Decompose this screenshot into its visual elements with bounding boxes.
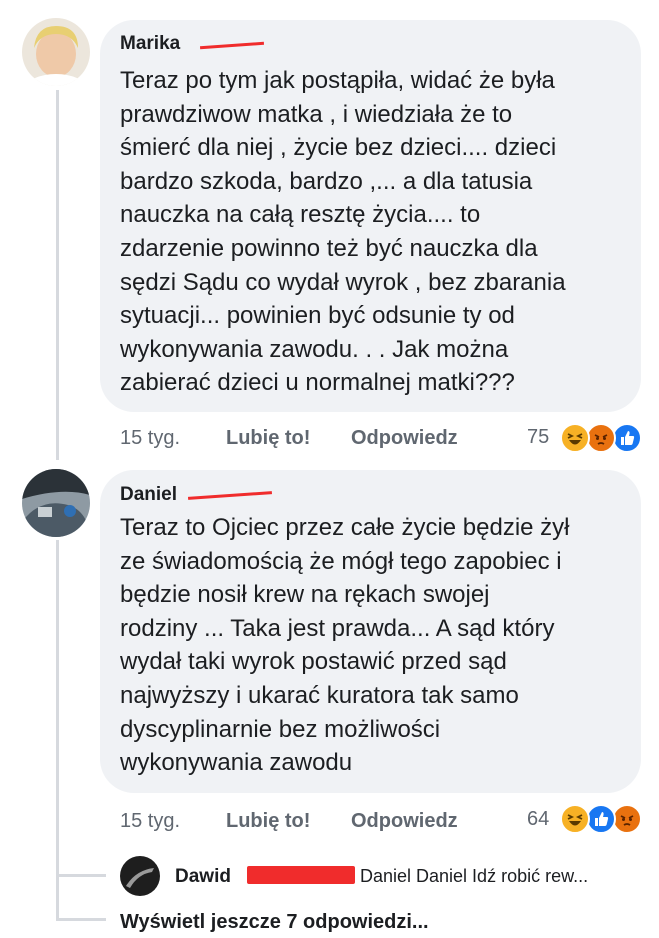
- angry-icon: [586, 423, 616, 453]
- like-button[interactable]: Lubię to!: [226, 810, 310, 833]
- comment-body-line: ze świadomością że mógł tego zapobiec i: [120, 547, 562, 575]
- haha-icon: [560, 804, 590, 834]
- angry-icon: [612, 804, 642, 834]
- like-icon: [612, 423, 642, 453]
- comment-body-line: rodziny ... Taka jest prawda... A sąd kt…: [120, 614, 555, 642]
- view-more-replies-link[interactable]: Wyświetl jeszcze 7 odpowiedzi...: [120, 911, 429, 934]
- redaction-block: [247, 866, 355, 884]
- comment-body-line: najwyższy i ukarać kuratora tak samo: [120, 681, 519, 709]
- comment-body-line: wykonywania zawodu. . . Jak można: [120, 335, 509, 363]
- comment-body-line: zdarzenie powinno też być nauczka dla: [120, 234, 538, 262]
- like-icon: [586, 804, 616, 834]
- comment-body-line: nauczka na całą resztę życia.... to: [120, 201, 481, 229]
- comment-body-line: wydał taki wyrok postawić przed sąd: [120, 648, 507, 676]
- comment-thread: Marika Teraz po tym jak postąpiła, widać…: [0, 0, 659, 938]
- avatar[interactable]: [22, 469, 90, 537]
- reply-author[interactable]: Dawid: [175, 866, 231, 888]
- comment-body-line: zabierać dzieci u normalnej matki???: [120, 369, 515, 397]
- comment-body-line: bardzo szkoda, bardzo ,... a dla tatusia: [120, 167, 533, 195]
- comment-body: Teraz po tym jak postąpiła, widać że był…: [120, 64, 566, 400]
- comment-body-line: sytuacji... powinien być odsunie ty od: [120, 302, 515, 330]
- comment-body-line: Teraz po tym jak postąpiła, widać że był…: [120, 67, 555, 94]
- comment-timestamp[interactable]: 15 tyg.: [120, 810, 180, 833]
- comment-body: Teraz to Ojciec przez całe życie będzie …: [120, 511, 570, 780]
- comment-body-line: dyscyplinarnie bez możliwości: [120, 715, 441, 743]
- reaction-count[interactable]: 75: [527, 426, 549, 449]
- comment-body-line: prawdziwow matka , i wiedziała że to: [120, 100, 513, 128]
- avatar[interactable]: [22, 18, 90, 86]
- comment-author[interactable]: Marika: [120, 33, 180, 55]
- like-button[interactable]: Lubię to!: [226, 427, 310, 450]
- haha-icon: [560, 423, 590, 453]
- comment-body-line: sędzi Sądu co wydał wyrok , bez zbarania: [120, 268, 566, 296]
- avatar[interactable]: [120, 856, 160, 896]
- comment-author[interactable]: Daniel: [120, 484, 177, 506]
- comment-body-line: wykonywania zawodu: [120, 749, 353, 777]
- reaction-count[interactable]: 64: [527, 808, 549, 831]
- thread-line: [56, 918, 106, 921]
- comment-timestamp[interactable]: 15 tyg.: [120, 427, 180, 450]
- comment-body-line: śmierć dla niej , życie bez dzieci.... d…: [120, 134, 557, 162]
- reply-preview[interactable]: Daniel Daniel Idź robić rew...: [360, 866, 588, 887]
- thread-line: [56, 90, 59, 460]
- thread-line: [56, 874, 106, 877]
- comment-body-line: Teraz to Ojciec przez całe życie będzie …: [120, 514, 570, 541]
- reply-button[interactable]: Odpowiedz: [351, 427, 458, 450]
- thread-line: [56, 540, 59, 920]
- reply-button[interactable]: Odpowiedz: [351, 810, 458, 833]
- comment-body-line: będzie nosił krew na rękach swojej: [120, 581, 490, 609]
